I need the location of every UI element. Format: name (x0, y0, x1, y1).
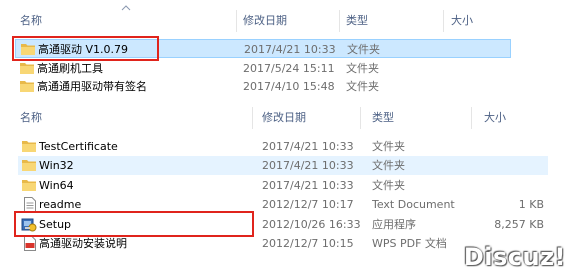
file-size (474, 137, 544, 156)
file-row-folder[interactable]: Win32 2017/4/21 10:33 文件夹 (18, 156, 548, 175)
file-name: Win32 (39, 159, 74, 172)
file-name: TestCertificate (39, 140, 118, 153)
file-date: 2017/4/21 10:33 (262, 179, 354, 192)
folder-icon (20, 81, 34, 92)
column-header-date[interactable]: 修改日期 (243, 10, 287, 32)
file-size (474, 156, 544, 175)
column-header-row: 名称 修改日期 类型 大小 (0, 0, 569, 32)
folder-icon (22, 180, 36, 191)
setup-app-icon (21, 218, 37, 232)
file-row-document[interactable]: readme 2012/12/7 10:17 Text Document 1 K… (18, 195, 548, 214)
file-type: 文件夹 (372, 140, 405, 153)
watermark: Discuz! (463, 243, 566, 271)
file-name: 高通刷机工具 (37, 62, 103, 75)
file-date: 2012/12/7 10:15 (262, 237, 354, 250)
file-name: Setup (39, 218, 72, 231)
sort-ascending-icon (121, 5, 131, 11)
folder-icon (20, 63, 34, 74)
column-divider[interactable] (339, 10, 340, 32)
column-divider[interactable] (236, 10, 237, 32)
column-header-date[interactable]: 修改日期 (262, 107, 306, 129)
column-header-size[interactable]: 大小 (484, 107, 506, 129)
file-date: 2017/4/21 10:33 (262, 140, 354, 153)
explorer-panel-top: 名称 修改日期 类型 大小 高通驱动 V1.0.79 2017/4/21 10:… (0, 0, 569, 100)
file-size (440, 40, 508, 59)
file-type: 文件夹 (346, 80, 379, 93)
pdf-file-icon (24, 236, 36, 251)
file-row-folder[interactable]: Win64 2017/4/21 10:33 文件夹 (18, 176, 548, 195)
file-date: 2017/5/24 15:11 (243, 62, 335, 75)
file-type: WPS PDF 文档 (372, 237, 447, 250)
file-name: Win64 (39, 179, 74, 192)
column-header-size[interactable]: 大小 (451, 10, 473, 32)
column-header-row: 名称 修改日期 类型 大小 (0, 107, 569, 129)
column-header-name[interactable]: 名称 (20, 10, 42, 32)
file-type: Text Document (372, 198, 455, 211)
file-row-folder[interactable]: 高通通用驱动带有签名 2017/4/10 15:48 文件夹 (15, 77, 511, 96)
folder-icon (22, 141, 36, 152)
column-divider[interactable] (443, 10, 444, 32)
column-header-name[interactable]: 名称 (20, 107, 42, 129)
file-type: 文件夹 (347, 43, 380, 56)
file-date: 2012/12/7 10:17 (262, 198, 354, 211)
file-size (474, 176, 544, 195)
file-size: 1 KB (518, 198, 544, 211)
file-date: 2012/10/26 16:33 (262, 218, 361, 231)
column-divider[interactable] (471, 107, 472, 129)
file-type: 文件夹 (372, 179, 405, 192)
file-row-folder[interactable]: TestCertificate 2017/4/21 10:33 文件夹 (18, 137, 548, 156)
file-size (439, 59, 507, 78)
file-name: 高通驱动 V1.0.79 (38, 43, 129, 56)
file-date: 2017/4/21 10:33 (262, 159, 354, 172)
file-name: readme (39, 198, 82, 211)
file-size (439, 77, 507, 96)
folder-icon (22, 160, 36, 171)
file-type: 文件夹 (346, 62, 379, 75)
column-header-type[interactable]: 类型 (346, 10, 368, 32)
file-name: 高通通用驱动带有签名 (37, 80, 147, 93)
file-date: 2017/4/21 10:33 (244, 43, 336, 56)
column-divider[interactable] (252, 107, 253, 129)
file-name: 高通驱动安装说明 (39, 237, 127, 250)
text-file-icon (24, 197, 36, 212)
column-divider[interactable] (360, 107, 361, 129)
file-size: 8,257 KB (494, 218, 544, 231)
folder-icon (21, 44, 35, 55)
file-row-folder[interactable]: 高通刷机工具 2017/5/24 15:11 文件夹 (15, 59, 511, 78)
file-row-folder[interactable]: 高通驱动 V1.0.79 2017/4/21 10:33 文件夹 (15, 39, 511, 58)
file-type: 文件夹 (372, 159, 405, 172)
column-header-type[interactable]: 类型 (372, 107, 394, 129)
file-row-application[interactable]: Setup 2012/10/26 16:33 应用程序 8,257 KB (18, 215, 548, 234)
file-type: 应用程序 (372, 218, 416, 231)
file-date: 2017/4/10 15:48 (243, 80, 335, 93)
